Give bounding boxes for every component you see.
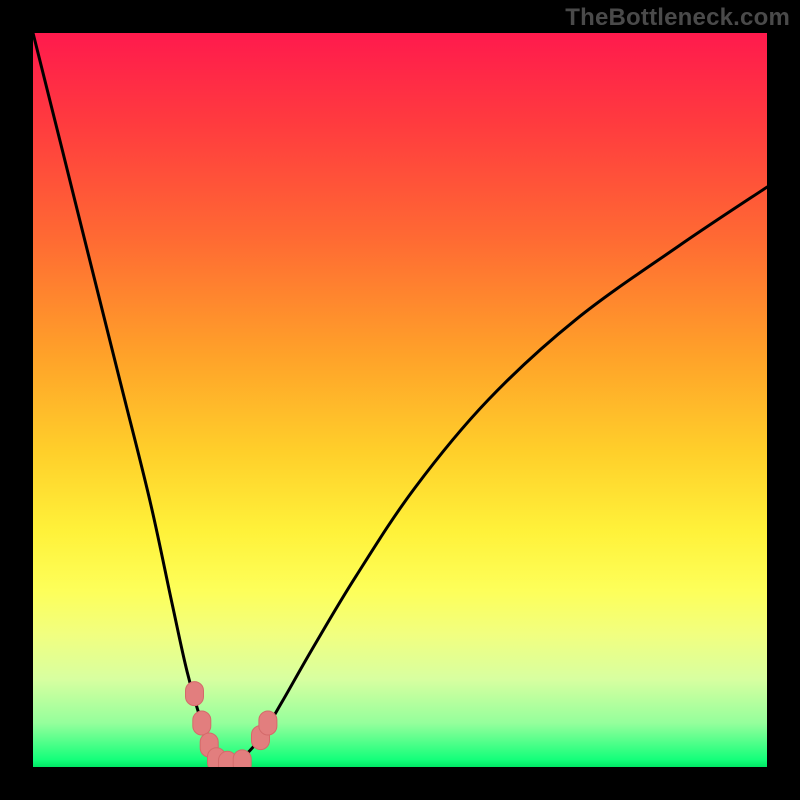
data-marker xyxy=(233,750,251,767)
data-markers xyxy=(186,682,277,767)
chart-frame: TheBottleneck.com xyxy=(0,0,800,800)
bottleneck-curve xyxy=(33,33,767,767)
data-marker xyxy=(193,711,211,735)
data-marker xyxy=(186,682,204,706)
chart-svg xyxy=(33,33,767,767)
data-marker xyxy=(259,711,277,735)
watermark-text: TheBottleneck.com xyxy=(565,4,790,32)
